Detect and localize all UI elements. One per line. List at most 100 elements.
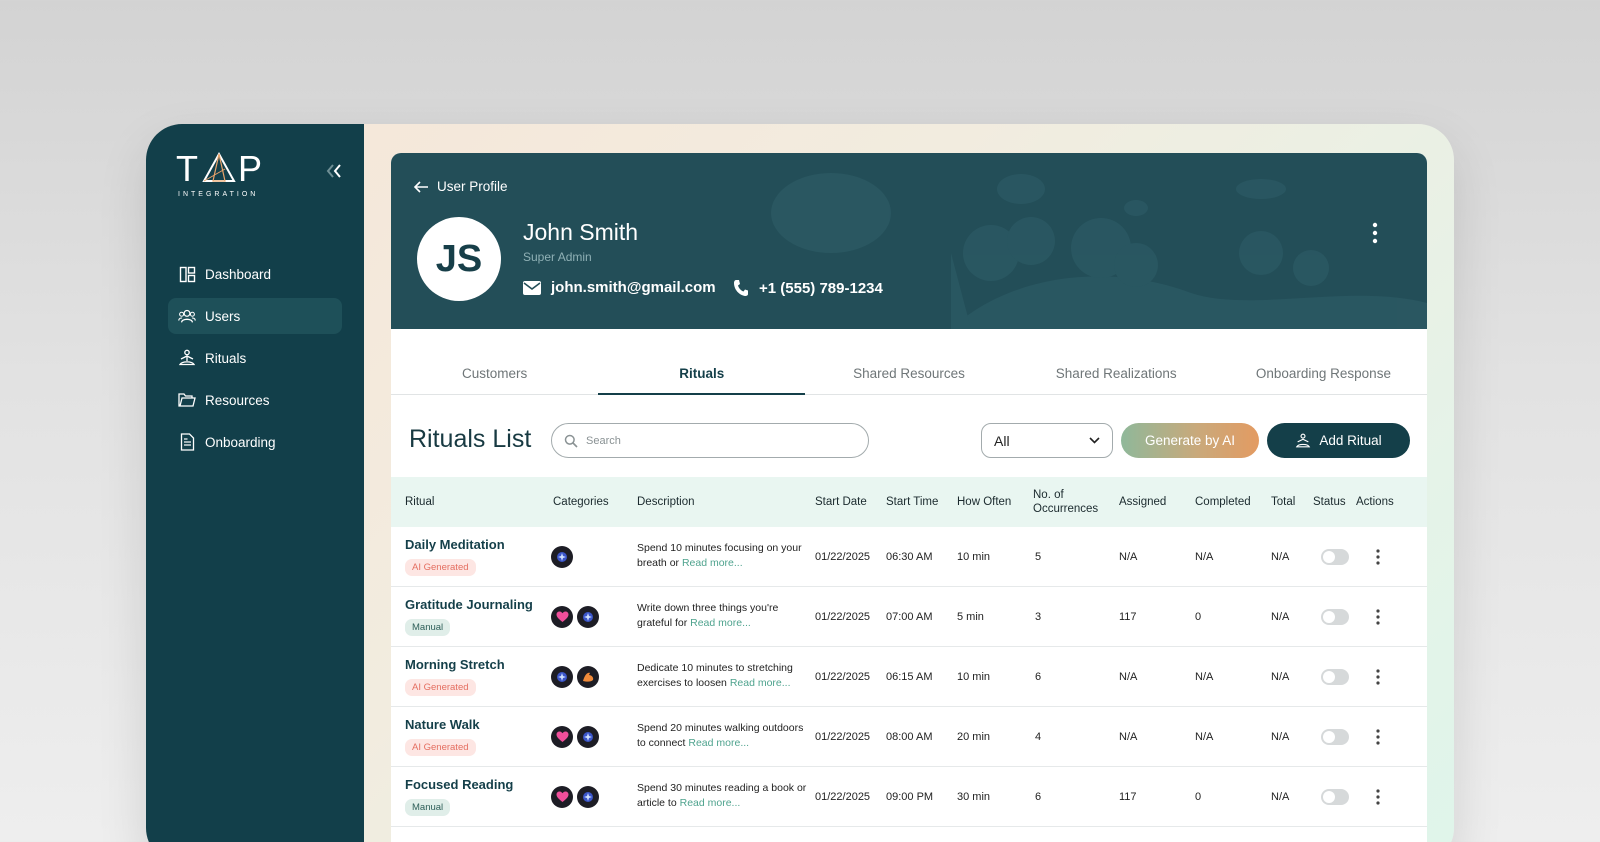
sidebar-item-resources[interactable]: Resources [168,382,342,418]
status-toggle[interactable] [1321,788,1349,805]
start-time: 06:30 AM [886,550,933,563]
row-actions-icon[interactable] [1374,767,1382,826]
column-header[interactable]: Actions [1356,477,1394,527]
read-more-link[interactable]: Read more... [682,557,743,569]
column-header[interactable]: How Often [957,477,1011,527]
add-ritual-button[interactable]: Add Ritual [1267,423,1410,458]
row-actions-icon[interactable] [1374,707,1382,766]
completed-count: 0 [1195,610,1202,623]
ritual-type-badge: Manual [405,619,451,636]
read-more-link[interactable]: Read more... [688,737,749,749]
column-header[interactable]: Status [1313,477,1346,527]
table-header: Ritual Categories Description Start Date… [391,477,1427,527]
read-more-link[interactable]: Read more... [680,797,741,809]
heart-category-icon [551,605,573,628]
ritual-name[interactable]: Focused Reading [405,777,513,792]
column-header[interactable]: Assigned [1119,477,1166,527]
search-placeholder: Search [586,434,621,447]
main-card: User Profile JS John Smith Super Admin j… [391,153,1427,842]
column-header[interactable]: Ritual [405,477,434,527]
status-cell [1321,707,1349,766]
status-toggle[interactable] [1321,728,1349,745]
start-date: 01/22/2025 [815,730,871,743]
tab-onboarding-response[interactable]: Onboarding Response [1220,353,1427,394]
column-header[interactable]: Start Time [886,477,938,527]
occurrences: 3 [1035,610,1042,623]
spirit-category-icon [551,665,573,688]
tab-shared-realizations[interactable]: Shared Realizations [1013,353,1220,394]
heart-category-icon [551,785,573,808]
ritual-type-badge: Manual [405,799,451,816]
tab-customers[interactable]: Customers [391,353,598,394]
categories-cell [551,587,603,646]
assigned-count: 117 [1119,790,1137,803]
column-header[interactable]: Categories [553,477,609,527]
read-more-link[interactable]: Read more... [730,677,791,689]
occurrences: 6 [1035,790,1042,803]
column-header[interactable]: Description [637,477,695,527]
occurrences: 5 [1035,550,1042,563]
sidebar-item-label: Users [205,308,241,324]
start-date: 01/22/2025 [815,670,871,683]
row-actions-icon[interactable] [1374,527,1382,586]
add-ritual-label: Add Ritual [1319,433,1382,448]
profile-tabs: Customers Rituals Shared Resources Share… [391,353,1427,395]
occurrences: 6 [1035,670,1042,683]
avatar: JS [417,217,501,301]
table-row[interactable]: Daily Meditation AI Generated Spend 10 m… [391,527,1427,587]
logo-letter-t: T [176,148,200,189]
assigned-count: N/A [1119,730,1138,743]
ritual-name[interactable]: Gratitude Journaling [405,597,533,612]
sidebar-item-onboarding[interactable]: Onboarding [168,424,342,460]
assigned-count: 117 [1119,610,1137,623]
filter-value: All [994,432,1010,449]
occurrences: 4 [1035,730,1042,743]
filter-select[interactable]: All [981,423,1113,458]
tab-shared-resources[interactable]: Shared Resources [805,353,1012,394]
total-count: N/A [1271,610,1290,623]
table-row[interactable]: Morning Stretch AI Generated Dedicate 10… [391,647,1427,707]
column-header[interactable]: Completed [1195,477,1251,527]
status-toggle[interactable] [1321,608,1349,625]
completed-count: N/A [1195,730,1214,743]
ritual-name[interactable]: Daily Meditation [405,537,505,552]
tab-rituals[interactable]: Rituals [598,353,806,395]
sidebar-item-rituals[interactable]: Rituals [168,340,342,376]
collapse-sidebar-icon[interactable] [324,160,350,182]
column-header[interactable]: Total [1271,477,1295,527]
row-actions-icon[interactable] [1374,587,1382,646]
sidebar-item-label: Dashboard [205,266,272,282]
generate-by-ai-button[interactable]: Generate by AI [1121,423,1259,458]
status-toggle[interactable] [1321,548,1349,565]
ritual-name[interactable]: Nature Walk [405,717,480,732]
start-time: 06:15 AM [886,670,933,683]
sidebar-item-label: Rituals [205,350,247,366]
ritual-name[interactable]: Morning Stretch [405,657,505,672]
status-toggle[interactable] [1321,668,1349,685]
list-title: Rituals List [409,425,532,453]
column-header[interactable]: Start Date [815,477,867,527]
back-button[interactable]: User Profile [413,179,508,194]
logo-letter-p: P [238,148,265,189]
profile-header: User Profile JS John Smith Super Admin j… [391,153,1427,329]
table-row[interactable]: Nature Walk AI Generated Spend 20 minute… [391,707,1427,767]
column-header[interactable]: No. of Occurrences [1033,477,1107,527]
sidebar-item-users[interactable]: Users [168,298,342,334]
completed-count: N/A [1195,550,1214,563]
folder-icon [178,391,196,409]
mail-icon [523,280,541,295]
dashboard-icon [178,265,196,283]
sidebar-item-dashboard[interactable]: Dashboard [168,256,342,292]
user-name: John Smith [523,219,639,245]
profile-more-icon[interactable] [1365,221,1385,245]
phone-contact: +1 (555) 789-1234 [733,279,883,297]
table-row[interactable]: Focused Reading Manual Spend 30 minutes … [391,767,1427,827]
row-actions-icon[interactable] [1374,647,1382,706]
table-row[interactable]: Gratitude Journaling Manual Write down t… [391,587,1427,647]
user-email: john.smith@gmail.com [551,279,716,296]
how-often: 30 min [957,790,991,803]
email-contact: john.smith@gmail.com [523,279,716,296]
rituals-icon [178,349,196,367]
read-more-link[interactable]: Read more... [690,617,751,629]
search-input[interactable]: Search [551,423,869,458]
